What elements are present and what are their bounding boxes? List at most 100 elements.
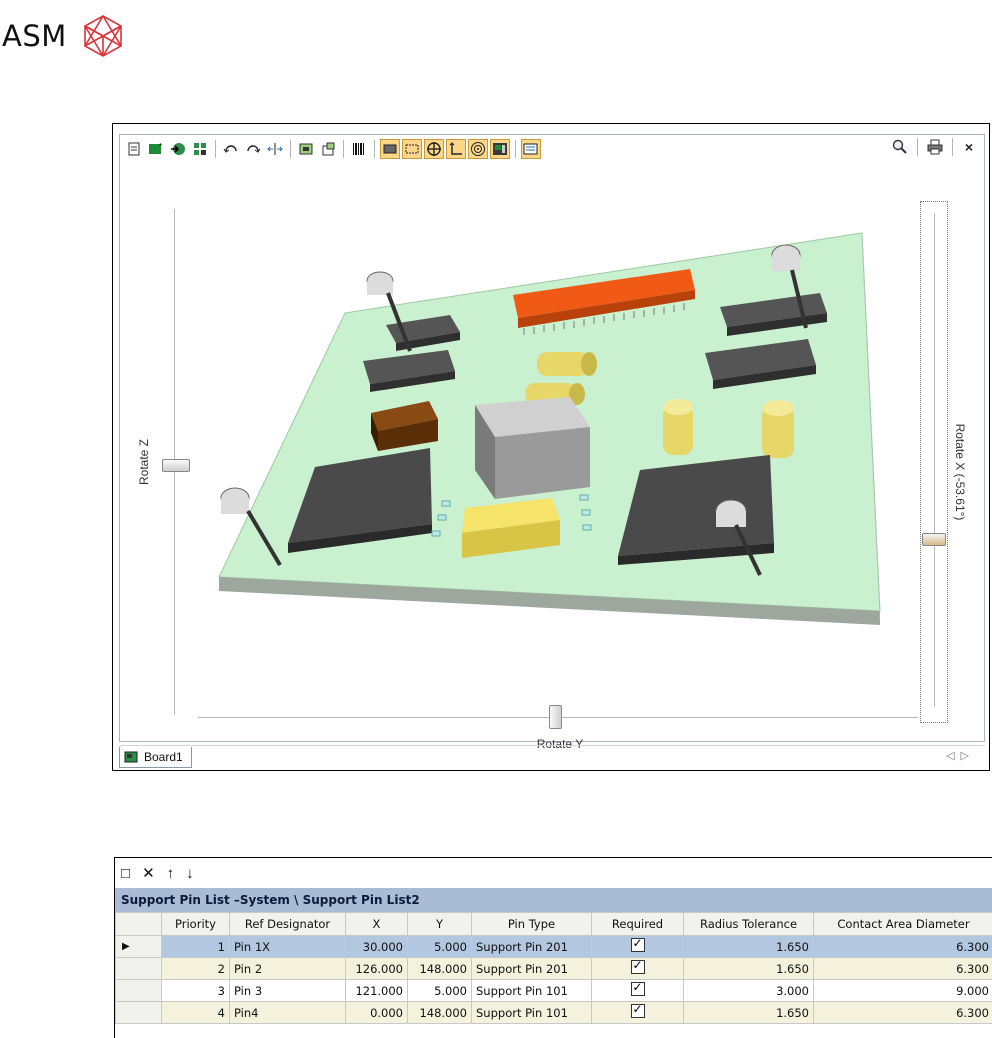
pin-list-toolbar: □ ✕ ↑ ↓: [115, 858, 992, 888]
rect-view-icon[interactable]: [380, 139, 400, 159]
toolbar-separator: [952, 138, 953, 156]
new-icon[interactable]: □: [121, 865, 130, 882]
col-header-ref-designator[interactable]: Ref Designator: [229, 912, 346, 936]
y-cell[interactable]: 148.000: [407, 1001, 472, 1024]
toolbar-separator: [917, 138, 918, 156]
component-icon[interactable]: [318, 139, 338, 159]
priority-cell[interactable]: 2: [161, 957, 230, 980]
row-selector[interactable]: [115, 1001, 162, 1024]
required-cell[interactable]: [591, 957, 684, 980]
toolbar-separator: [215, 140, 216, 158]
pin-type-cell[interactable]: Support Pin 101: [471, 979, 592, 1002]
row-selector[interactable]: ▶: [115, 935, 162, 958]
y-cell[interactable]: 5.000: [407, 935, 472, 958]
required-checkbox[interactable]: [630, 959, 645, 974]
radius-tolerance-cell[interactable]: 1.650: [683, 935, 814, 958]
svg-text:*: *: [159, 142, 162, 151]
board-3d-canvas[interactable]: Rotate Z Rotate X (-53.61°) Rotate Y: [120, 165, 984, 751]
required-cell[interactable]: [591, 935, 684, 958]
x-cell[interactable]: 0.000: [345, 1001, 408, 1024]
board-icon[interactable]: [296, 139, 316, 159]
col-header-contact-area-diameter[interactable]: Contact Area Diameter: [813, 912, 992, 936]
radius-tolerance-cell[interactable]: 3.000: [683, 979, 814, 1002]
col-header-required[interactable]: Required: [591, 912, 684, 936]
table-row[interactable]: 2 Pin 2 126.000 148.000 Support Pin 201 …: [115, 957, 992, 980]
y-cell[interactable]: 5.000: [407, 979, 472, 1002]
import-icon[interactable]: [168, 139, 188, 159]
row-selector[interactable]: [115, 979, 162, 1002]
contact-area-diameter-cell: 6.300: [813, 957, 992, 980]
rotate-left-icon[interactable]: [221, 139, 241, 159]
x-cell[interactable]: 126.000: [345, 957, 408, 980]
new-doc-icon[interactable]: [124, 139, 144, 159]
crosshair-icon[interactable]: [424, 139, 444, 159]
chip-icon[interactable]: [490, 139, 510, 159]
gray-block: [475, 397, 590, 499]
col-header-y[interactable]: Y: [407, 912, 472, 936]
table-header: Priority Ref Designator X Y Pin Type Req…: [115, 912, 992, 936]
contact-area-diameter-cell: 9.000: [813, 979, 992, 1002]
up-arrow-icon[interactable]: ↑: [167, 865, 175, 882]
col-header-radius-tolerance[interactable]: Radius Tolerance: [683, 912, 814, 936]
col-header-x[interactable]: X: [345, 912, 408, 936]
contact-area-diameter-cell: 6.300: [813, 1001, 992, 1024]
logo-text: ASM: [2, 19, 67, 53]
col-header-pin-type[interactable]: Pin Type: [471, 912, 592, 936]
yellow-cylinder-4: [762, 400, 794, 458]
required-cell[interactable]: [591, 1001, 684, 1024]
barcode-icon[interactable]: [349, 139, 369, 159]
table-row[interactable]: 4 Pin4 0.000 148.000 Support Pin 101 1.6…: [115, 1001, 992, 1024]
outline-icon[interactable]: [402, 139, 422, 159]
required-cell[interactable]: [591, 979, 684, 1002]
close-icon[interactable]: ×: [960, 139, 978, 155]
down-arrow-icon[interactable]: ↓: [186, 865, 194, 882]
y-cell[interactable]: 148.000: [407, 957, 472, 980]
radius-tolerance-cell[interactable]: 1.650: [683, 1001, 814, 1024]
x-cell[interactable]: 121.000: [345, 979, 408, 1002]
ref-designator-cell[interactable]: Pin 1X: [229, 935, 346, 958]
flip-icon[interactable]: [265, 139, 285, 159]
support-pin-table: Priority Ref Designator X Y Pin Type Req…: [115, 912, 992, 1024]
ref-designator-cell[interactable]: Pin 3: [229, 979, 346, 1002]
pin-type-cell[interactable]: Support Pin 201: [471, 957, 592, 980]
radius-tolerance-cell[interactable]: 1.650: [683, 957, 814, 980]
target-icon[interactable]: [468, 139, 488, 159]
x-cell[interactable]: 30.000: [345, 935, 408, 958]
board-tab-icon: [124, 751, 138, 762]
contact-area-diameter-cell: 6.300: [813, 935, 992, 958]
pin-type-cell[interactable]: Support Pin 201: [471, 935, 592, 958]
required-checkbox[interactable]: [630, 981, 645, 996]
pin-list-title: Support Pin List –System \ Support Pin L…: [115, 888, 992, 912]
col-header-priority[interactable]: Priority: [161, 912, 230, 936]
priority-cell[interactable]: 3: [161, 979, 230, 1002]
toolbar-separator: [515, 140, 516, 158]
tab-scroll-arrows[interactable]: ◁▷: [946, 749, 975, 762]
zoom-icon[interactable]: [890, 137, 910, 157]
ref-designator-cell[interactable]: Pin4: [229, 1001, 346, 1024]
layers-icon[interactable]: [521, 139, 541, 159]
support-pin-list-panel: □ ✕ ↑ ↓ Support Pin List –System \ Suppo…: [114, 857, 992, 1038]
required-checkbox[interactable]: [630, 1003, 645, 1018]
table-row[interactable]: 3 Pin 3 121.000 5.000 Support Pin 101 3.…: [115, 979, 992, 1002]
priority-cell[interactable]: 1: [161, 935, 230, 958]
delete-icon[interactable]: ✕: [142, 864, 155, 882]
ref-designator-cell[interactable]: Pin 2: [229, 957, 346, 980]
viewer-panel: * × Rotate Z Rotate X (-53.61°) Rotate Y: [119, 134, 985, 751]
table-row[interactable]: ▶ 1 Pin 1X 30.000 5.000 Support Pin 201 …: [115, 935, 992, 958]
axis-icon[interactable]: [446, 139, 466, 159]
yellow-cylinder-1: [537, 352, 597, 376]
print-icon[interactable]: [925, 137, 945, 157]
toolbar-separator: [343, 140, 344, 158]
pin-type-cell[interactable]: Support Pin 101: [471, 1001, 592, 1024]
qfp-chip-right: [618, 455, 774, 565]
grid-icon[interactable]: [190, 139, 210, 159]
required-checkbox[interactable]: [630, 937, 645, 952]
asm-logo-mark-icon: [83, 15, 122, 57]
row-selector[interactable]: [115, 957, 162, 980]
priority-cell[interactable]: 4: [161, 1001, 230, 1024]
viewer-toolbar-right: ×: [890, 137, 978, 157]
board-viewer-window: * × Rotate Z Rotate X (-53.61°) Rotate Y…: [112, 123, 990, 771]
sheet-tab-board1[interactable]: Board1: [119, 746, 192, 768]
rotate-right-icon[interactable]: [243, 139, 263, 159]
add-image-icon[interactable]: *: [146, 139, 166, 159]
